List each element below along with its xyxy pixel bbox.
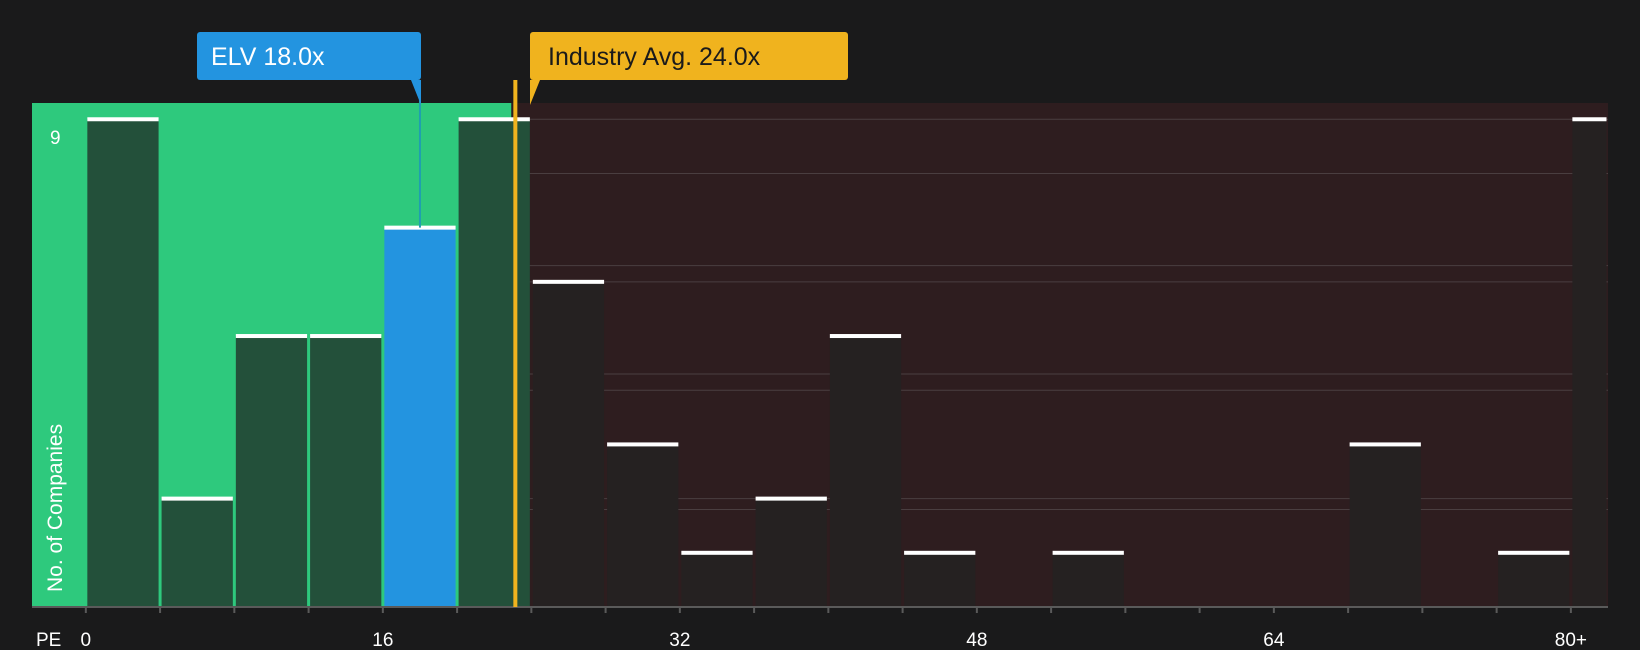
bar-top-1 [161,496,233,501]
bar-top-8 [681,550,753,555]
bar-6 [532,281,605,607]
bar-10 [829,336,902,607]
x-tick-label-1: 16 [372,630,393,650]
bar-top-6 [532,279,605,284]
industry-callout-pointer [530,80,540,105]
bar-7 [607,444,679,607]
bar-20 [1572,119,1607,608]
bar-5 [458,119,530,608]
x-tick-label-2: 32 [669,630,690,650]
x-axis-label: PE [36,630,61,650]
bar-1 [161,498,233,607]
x-tick-label-0: 0 [81,630,92,650]
industry-marker-line [513,80,518,607]
bar-11 [904,552,976,607]
x-tick-label-5: 80+ [1555,630,1587,650]
company-callout-label: ELV 18.0x [211,43,325,71]
x-axis-ticks: 0 16 32 48 64 80+ [32,606,1608,650]
bar-top-2 [235,334,308,339]
bar-17 [1349,444,1421,607]
x-tick-label-3: 48 [966,630,987,650]
bar-top-9 [755,496,827,501]
bar-3 [310,336,382,607]
bar-8 [681,552,753,607]
y-tick-label: 9 [50,128,61,149]
industry-callout: Industry Avg. 24.0x [530,32,848,105]
pe-distribution-chart: 0 16 32 48 64 80+ No. of Companies PE 9 ELV 1… [32,32,1609,650]
bar-4 [384,227,456,608]
bar-0 [87,119,159,608]
bar-top-20 [1572,117,1607,122]
bar-top-13 [1052,550,1124,555]
industry-callout-label: Industry Avg. 24.0x [548,43,761,71]
bar-top-10 [829,334,902,339]
bar-2 [235,336,308,607]
bar-top-0 [87,117,159,122]
bar-13 [1052,552,1124,607]
bar-9 [755,498,827,607]
bar-top-19 [1498,550,1570,555]
bar-top-7 [607,442,679,447]
y-axis-label: No. of Companies [44,424,67,592]
x-tick-label-4: 64 [1263,630,1285,650]
bar-top-11 [904,550,976,555]
company-callout-pointer [411,80,421,105]
bar-top-17 [1349,442,1421,447]
bar-top-5 [458,117,530,122]
bar-top-3 [310,334,382,339]
company-callout: ELV 18.0x [197,32,421,105]
bar-19 [1498,552,1570,607]
